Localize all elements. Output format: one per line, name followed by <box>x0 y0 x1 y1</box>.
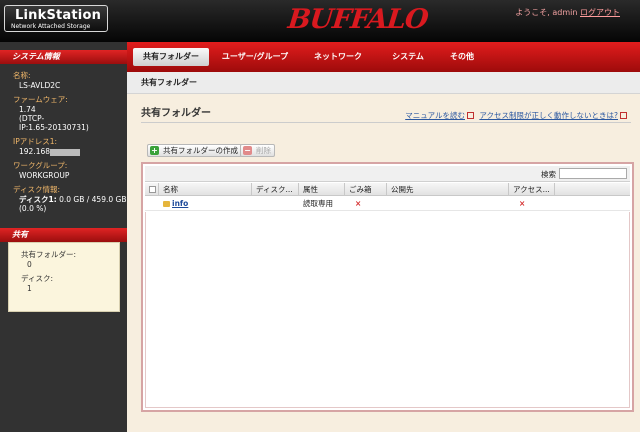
delete-button[interactable]: − 削除 <box>240 144 275 157</box>
select-all-cell <box>145 183 159 196</box>
column-header-name[interactable]: 名称 <box>159 183 252 196</box>
search-bar: 検索 <box>145 166 630 182</box>
info-value-workgroup: WORKGROUP <box>19 171 70 180</box>
create-button-label: 共有フォルダーの作成 <box>163 146 238 155</box>
disk-name: ディスク1: <box>19 195 57 204</box>
select-all-checkbox[interactable] <box>149 186 156 193</box>
logo-product-name: LinkStation <box>15 8 102 23</box>
info-label-firmware: ファームウェア: <box>13 95 68 104</box>
folder-publish-cell <box>387 197 509 211</box>
folder-name-cell: info <box>159 197 252 211</box>
folder-icon <box>163 201 170 207</box>
share-folder-count: 0 <box>27 260 32 269</box>
folder-attribute-cell: 読取専用 <box>303 199 333 208</box>
system-info-heading: システム情報 <box>0 50 127 64</box>
column-header-access[interactable]: アクセス... <box>509 183 555 196</box>
share-summary-box: 共有フォルダー: 0 ディスク: 1 <box>8 242 120 312</box>
column-header-attribute[interactable]: 属性 <box>299 183 345 196</box>
main-content: 共有フォルダー 共有フォルダー マニュアルを読む アクセス制限が正しく動作しない… <box>127 72 640 432</box>
folder-disk-cell <box>252 197 299 211</box>
ip-text: 192.168 <box>19 147 51 156</box>
main-tab-bar: 共有フォルダー ユーザー/グループ ネットワーク システム その他 <box>127 42 640 72</box>
share-disk-label: ディスク: <box>21 274 54 283</box>
plus-icon: + <box>150 146 159 155</box>
manual-link[interactable]: マニュアルを読む <box>405 111 465 120</box>
tab-other[interactable]: その他 <box>437 48 487 66</box>
tab-system[interactable]: システム <box>379 48 437 66</box>
search-label: 検索 <box>541 170 556 179</box>
breadcrumb: 共有フォルダー <box>127 72 640 94</box>
buffalo-logo: BUFFALO <box>286 4 430 35</box>
info-label-workgroup: ワークグループ: <box>13 161 68 170</box>
ip-mask <box>50 148 81 156</box>
table-body-area <box>145 212 630 408</box>
search-input[interactable] <box>559 168 627 179</box>
table-header: 名称 ディスク... 属性 ごみ箱 公開先 アクセス... <box>145 183 630 196</box>
info-value-disk: ディスク1: 0.0 GB / 459.0 GB (0.0 %) <box>13 195 127 213</box>
info-label-ip: IPアドレス1: <box>13 137 58 146</box>
info-value-ip: 192.168 <box>13 147 127 156</box>
logo-product-sub: Network Attached Storage <box>11 23 91 30</box>
access-disabled-icon: × <box>519 199 526 208</box>
trash-disabled-icon: × <box>355 199 362 208</box>
column-header-trash[interactable]: ごみ箱 <box>345 183 387 196</box>
help-links: マニュアルを読む アクセス制限が正しく動作しないときは? <box>405 110 630 121</box>
tab-shared-folders[interactable]: 共有フォルダー <box>133 48 209 66</box>
share-folder-label: 共有フォルダー: <box>21 250 77 259</box>
welcome-area: ようこそ, admin ログアウト <box>515 7 620 18</box>
sidebar: システム情報 名称: LS-AVLD2C ファームウェア: 1.74 (DTCP… <box>0 42 127 432</box>
top-header: LinkStation Network Attached Storage BUF… <box>0 0 640 42</box>
info-value-firmware: 1.74 (DTCP- IP:1.65-20130731) <box>19 105 89 132</box>
tab-network[interactable]: ネットワーク <box>299 48 377 66</box>
share-disk-count: 1 <box>27 284 32 293</box>
info-value-name: LS-AVLD2C <box>19 81 61 90</box>
external-link-icon <box>620 112 627 119</box>
access-help-link[interactable]: アクセス制限が正しく動作しないときは? <box>479 111 618 120</box>
info-label-disk: ディスク情報: <box>13 185 61 194</box>
column-header-publish[interactable]: 公開先 <box>387 183 509 196</box>
folder-name-link[interactable]: info <box>172 199 188 208</box>
delete-button-label: 削除 <box>256 146 271 155</box>
table-row[interactable]: info 読取専用 × × <box>145 197 630 211</box>
info-label-name: 名称: <box>13 71 31 80</box>
column-header-disk[interactable]: ディスク... <box>252 183 299 196</box>
share-heading: 共有 <box>0 228 127 242</box>
tab-users-groups[interactable]: ユーザー/グループ <box>215 48 295 66</box>
create-shared-folder-button[interactable]: + 共有フォルダーの作成 <box>147 144 242 157</box>
page-title: 共有フォルダー <box>141 108 211 119</box>
welcome-text: ようこそ, admin <box>515 8 578 17</box>
linkstation-logo: LinkStation Network Attached Storage <box>4 5 108 32</box>
external-link-icon <box>467 112 474 119</box>
logout-link[interactable]: ログアウト <box>580 8 620 17</box>
shared-folder-panel: 検索 名称 ディスク... 属性 ごみ箱 公開先 アクセス... info 読取… <box>141 162 634 412</box>
minus-icon: − <box>243 146 252 155</box>
system-info-list: 名称: LS-AVLD2C ファームウェア: 1.74 (DTCP- IP:1.… <box>0 66 127 213</box>
title-divider <box>141 122 631 123</box>
